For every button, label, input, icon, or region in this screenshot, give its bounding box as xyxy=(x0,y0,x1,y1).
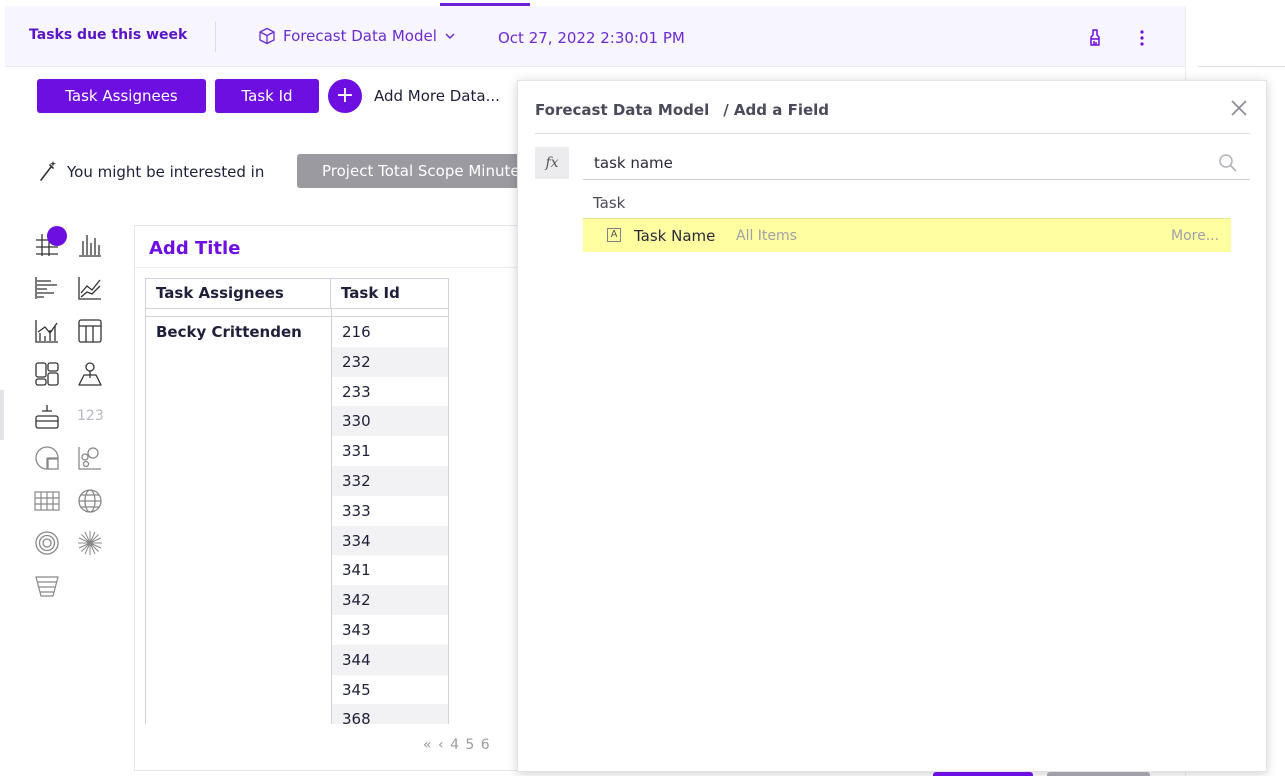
task-id-cell: 232 xyxy=(332,346,448,377)
data-model-selector[interactable]: Forecast Data Model xyxy=(258,27,456,45)
field-search-input[interactable] xyxy=(583,147,1250,180)
column-chart-icon[interactable] xyxy=(76,231,104,259)
active-visualization-badge xyxy=(47,226,67,246)
page-title[interactable]: Tasks due this week xyxy=(29,27,187,43)
assignee-cell: Becky Crittenden xyxy=(156,323,302,341)
pie-chart-icon[interactable] xyxy=(33,444,61,472)
pivot-table: Task Assignees Task Id Becky Crittenden … xyxy=(145,278,449,724)
single-value-icon[interactable] xyxy=(33,403,61,431)
search-result-task-name[interactable]: A Task Name All Items More... xyxy=(583,218,1231,252)
task-id-cell: 333 xyxy=(342,501,371,520)
panel-divider xyxy=(1198,66,1285,67)
map-pin-icon[interactable] xyxy=(76,360,104,388)
magic-wand-icon xyxy=(38,160,58,182)
result-more-link[interactable]: More... xyxy=(1171,228,1219,244)
task-id-cell: 233 xyxy=(342,382,371,401)
pagination[interactable]: « ‹ 4 5 6 xyxy=(423,737,491,753)
visualization-card: Add Title Task Assignees Task Id Becky C… xyxy=(134,225,524,771)
chevron-down-icon xyxy=(445,33,455,40)
task-id-cell: 331 xyxy=(342,442,371,461)
task-id-cell: 342 xyxy=(332,585,448,615)
table-icon[interactable] xyxy=(76,317,104,345)
more-options-icon[interactable] xyxy=(1134,28,1150,48)
task-id-cell: 330 xyxy=(332,406,448,437)
plus-icon: + xyxy=(335,83,355,108)
dialog-header-divider xyxy=(535,133,1250,134)
task-id-cell: 334 xyxy=(332,525,448,556)
visualization-title[interactable]: Add Title xyxy=(149,238,240,259)
result-field-name: Task Name xyxy=(634,227,716,245)
task-id-cell: 345 xyxy=(342,680,371,699)
suggested-field-chip[interactable]: Project Total Scope Minutes xyxy=(297,154,527,188)
breadcrumb-model[interactable]: Forecast Data Model xyxy=(535,101,709,119)
task-id-cell: 216 xyxy=(342,323,371,341)
combo-chart-icon[interactable] xyxy=(33,317,61,345)
paintbrush-icon[interactable] xyxy=(1086,28,1104,48)
search-icon[interactable] xyxy=(1218,153,1238,173)
result-field-scope: All Items xyxy=(736,228,797,244)
column-header-task-id[interactable]: Task Id xyxy=(331,279,448,308)
data-model-label: Forecast Data Model xyxy=(283,27,437,45)
kpi-cards-icon[interactable] xyxy=(33,360,61,388)
primary-action-button[interactable] xyxy=(933,772,1033,776)
add-more-data-link[interactable]: Add More Data... xyxy=(374,87,500,105)
bar-chart-icon[interactable] xyxy=(33,274,61,302)
breadcrumb: Forecast Data Model / Add a Field xyxy=(535,101,829,119)
heatmap-icon[interactable] xyxy=(33,487,61,515)
column-header-task-assignees[interactable]: Task Assignees xyxy=(146,279,331,308)
task-id-list: 216 232 233 330 331 332 333 334 341 342 343 344 345 3… xyxy=(332,317,448,724)
formula-button[interactable]: fx xyxy=(535,147,569,179)
add-field-dialog: Forecast Data Model / Add a Field fx Task… xyxy=(517,80,1267,772)
cube-icon xyxy=(259,27,275,45)
data-timestamp: Oct 27, 2022 2:30:01 PM xyxy=(498,29,685,47)
secondary-action-button[interactable] xyxy=(1047,772,1150,776)
close-icon[interactable] xyxy=(1230,99,1248,117)
header-rule xyxy=(146,308,448,309)
header-divider xyxy=(215,22,216,52)
field-chip-task-assignees[interactable]: Task Assignees xyxy=(37,79,206,113)
task-id-cell: 341 xyxy=(342,561,371,580)
suggestions-label: You might be interested in xyxy=(67,163,265,181)
number-icon[interactable]: 123 xyxy=(77,408,104,424)
card-title-divider xyxy=(135,267,523,268)
result-group-label: Task xyxy=(593,194,626,212)
task-id-cell: 343 xyxy=(342,620,371,639)
task-id-cell: 368 xyxy=(332,704,448,724)
text-type-icon: A xyxy=(607,228,621,242)
field-chip-task-id[interactable]: Task Id xyxy=(215,79,319,113)
sunburst-icon[interactable] xyxy=(76,529,104,557)
task-id-cell: 332 xyxy=(332,465,448,496)
task-id-cell: 344 xyxy=(332,644,448,675)
line-chart-icon[interactable] xyxy=(76,274,104,302)
add-data-button[interactable]: + xyxy=(328,79,362,113)
radar-icon[interactable] xyxy=(33,529,61,557)
left-collapse-handle[interactable] xyxy=(0,390,4,440)
funnel-icon[interactable] xyxy=(33,572,61,600)
globe-icon[interactable] xyxy=(76,487,104,515)
breadcrumb-current: / Add a Field xyxy=(723,101,830,119)
scatter-icon[interactable] xyxy=(76,444,104,472)
